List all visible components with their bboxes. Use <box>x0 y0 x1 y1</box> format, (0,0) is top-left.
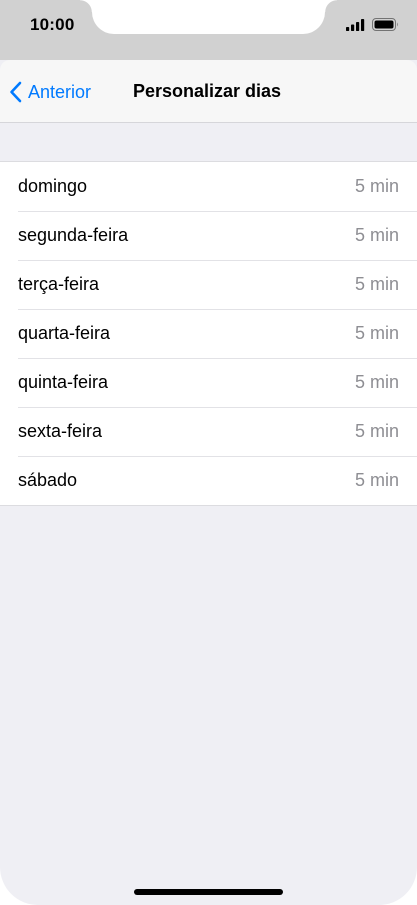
battery-icon <box>372 18 398 31</box>
list-item-quarta-feira[interactable]: quarta-feira 5 min <box>0 309 417 358</box>
list-item-sabado[interactable]: sábado 5 min <box>0 456 417 505</box>
day-value: 5 min <box>354 225 399 245</box>
list-item-sexta-feira[interactable]: sexta-feira 5 min <box>0 407 417 456</box>
notch <box>80 0 337 34</box>
device-frame: 10:00 Anterior Personalizar dias domingo… <box>0 0 417 905</box>
day-value: 5 min <box>354 176 399 196</box>
day-label: segunda-feira <box>18 225 129 245</box>
day-value: 5 min <box>354 372 399 392</box>
screen: 10:00 Anterior Personalizar dias domingo… <box>0 0 417 905</box>
status-icons <box>346 18 399 31</box>
day-label: sábado <box>18 470 78 490</box>
home-indicator[interactable] <box>134 889 283 895</box>
day-label: sexta-feira <box>18 421 103 441</box>
list-item-segunda-feira[interactable]: segunda-feira 5 min <box>0 211 417 260</box>
list-item-domingo[interactable]: domingo 5 min <box>0 162 417 211</box>
list-item-terca-feira[interactable]: terça-feira 5 min <box>0 260 417 309</box>
status-time: 10:00 <box>30 15 75 34</box>
page-title: Personalizar dias <box>133 81 282 101</box>
day-label: quinta-feira <box>18 372 109 392</box>
chevron-left-icon <box>10 81 22 103</box>
list-item-quinta-feira[interactable]: quinta-feira 5 min <box>0 358 417 407</box>
day-label: terça-feira <box>18 274 100 294</box>
status-bar: 10:00 <box>0 0 417 60</box>
day-value: 5 min <box>354 470 399 490</box>
signal-icon <box>346 18 365 31</box>
day-value: 5 min <box>354 421 399 441</box>
day-label: domingo <box>18 176 88 196</box>
day-value: 5 min <box>354 274 399 294</box>
back-button-label: Anterior <box>28 81 92 102</box>
navigation-bar: Anterior Personalizar dias <box>0 60 417 123</box>
days-list: domingo 5 min segunda-feira 5 min terça-… <box>0 161 417 506</box>
day-value: 5 min <box>354 323 399 343</box>
back-button[interactable]: Anterior <box>9 78 91 106</box>
day-label: quarta-feira <box>18 323 111 343</box>
